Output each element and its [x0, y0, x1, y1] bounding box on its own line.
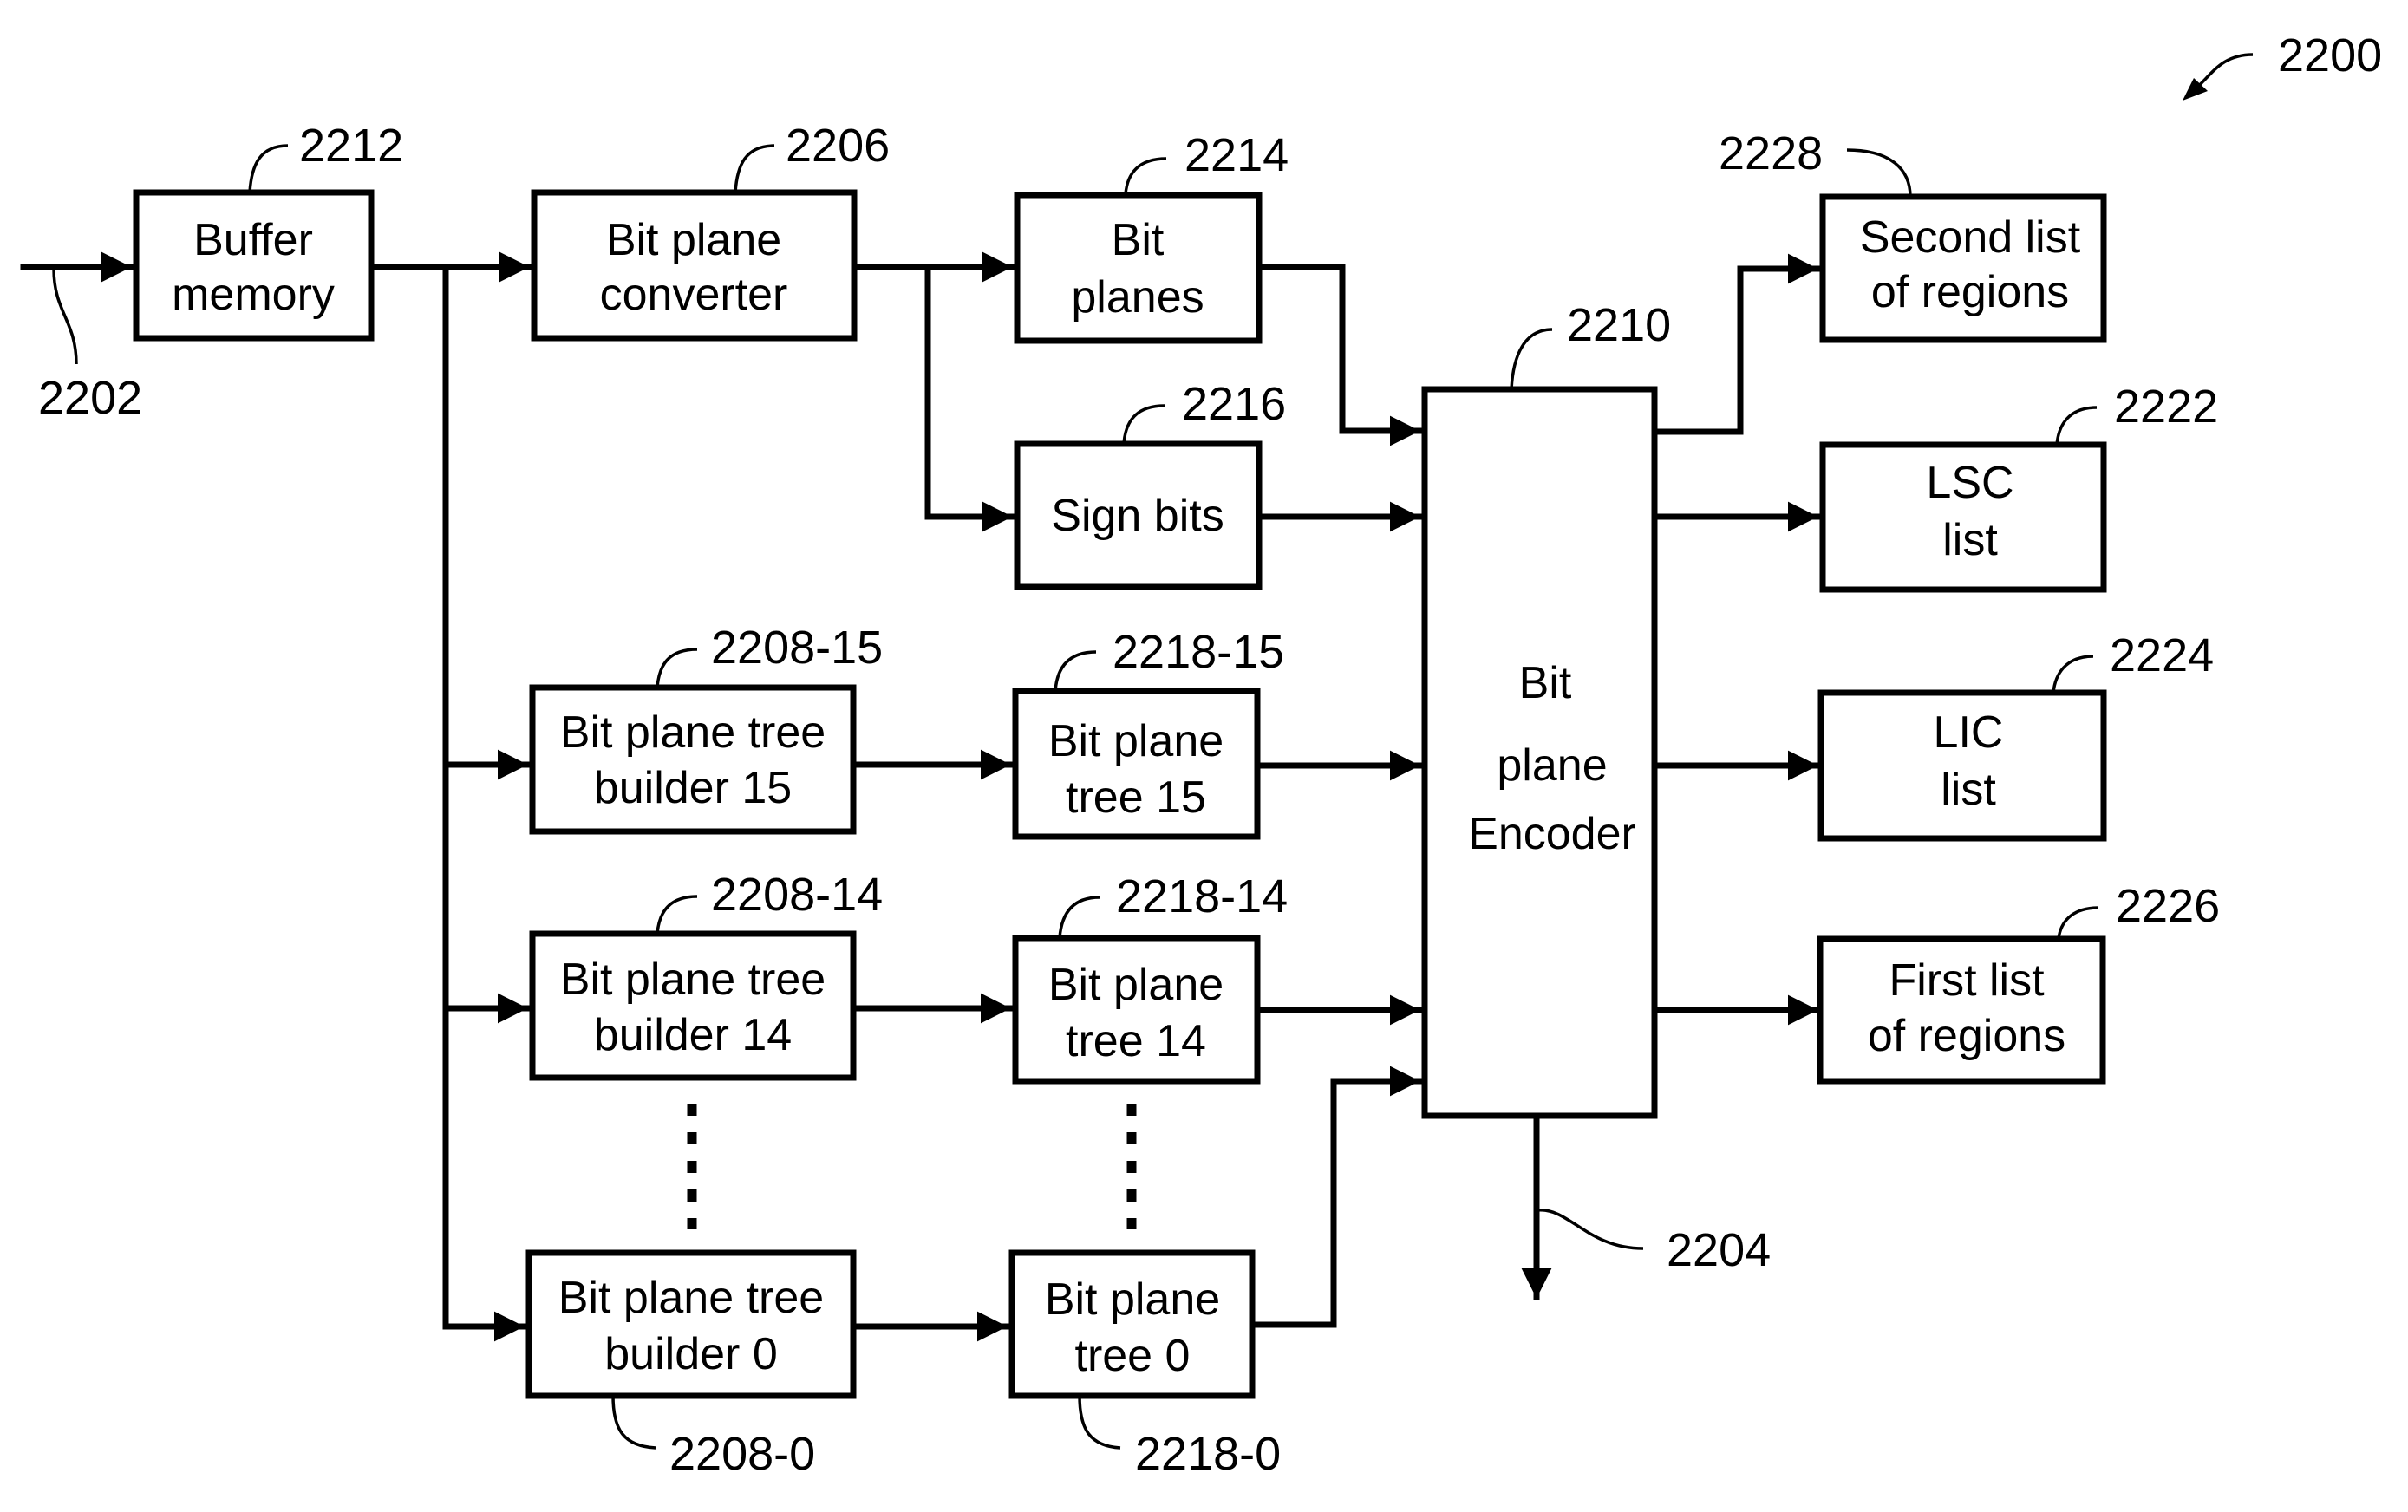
wire-encoder-second-list [1631, 253, 1820, 447]
ref-second-list: 2228 [1719, 127, 1823, 179]
leader-2228 [1846, 148, 1912, 198]
ref-buffer-memory: 2212 [299, 120, 403, 172]
leader-2204 [1536, 1209, 1644, 1250]
block-buffer-memory[interactable]: Buffer memory [133, 189, 375, 342]
block-label-line: Bit plane [1045, 1274, 1220, 1325]
block-tree-builder-0[interactable]: Bit plane tree builder 0 [525, 1249, 857, 1399]
block-label-line: builder 15 [594, 763, 792, 813]
block-label-line: Bit [1112, 215, 1165, 265]
block-label-line: plane [1497, 740, 1607, 791]
wire-converter-to-sign-bits [924, 264, 1015, 532]
block-lsc-list[interactable]: LSC list [1819, 441, 2107, 593]
block-tree-builder-15[interactable]: Bit plane tree builder 15 [529, 684, 857, 835]
block-label-line: Buffer [193, 215, 313, 265]
block-bit-plane-encoder[interactable]: Bit plane Encoder [1421, 386, 1658, 1119]
block-tree-builder-14[interactable]: Bit plane tree builder 14 [529, 930, 857, 1081]
leader-2218-15 [1054, 650, 1097, 692]
ref-tree-14: 2218-14 [1116, 870, 1288, 922]
block-label-line: of regions [1871, 267, 2069, 317]
block-label-line: Bit plane tree [558, 1273, 824, 1323]
ref-lic-list: 2224 [2110, 629, 2214, 681]
block-label-line: Bit plane tree [560, 707, 826, 758]
leader-2218-0 [1078, 1395, 1121, 1450]
leader-2212 [248, 144, 289, 193]
block-label-line: First list [1889, 955, 2045, 1006]
block-label-line: memory [172, 270, 335, 320]
block-sign-bits[interactable]: Sign bits [1014, 440, 1263, 590]
block-label-line: LSC [1926, 458, 2013, 508]
ref-first-list: 2226 [2116, 880, 2220, 932]
ref-bit-planes: 2214 [1184, 129, 1289, 181]
block-label-line: Sign bits [1051, 491, 1224, 541]
block-diagram: Buffer memory Bit plane converter Bit pl… [20, 29, 2382, 1480]
leader-2206 [734, 144, 775, 193]
block-bit-planes[interactable]: Bit planes [1014, 192, 1263, 344]
block-label-line: Bit plane tree [560, 955, 826, 1005]
block-bit-plane-converter[interactable]: Bit plane converter [531, 189, 858, 342]
leader-2226 [2057, 906, 2099, 940]
block-label-line: of regions [1868, 1011, 2065, 1061]
block-label-line: planes [1071, 272, 1204, 323]
block-label-line: Bit plane [1048, 716, 1224, 766]
leader-2224 [2052, 655, 2094, 694]
wire-tree-0-to-encoder [1249, 1066, 1422, 1328]
ref-figure: 2200 [2278, 29, 2382, 81]
leader-2202 [52, 268, 78, 365]
block-bit-plane-tree-0[interactable]: Bit plane tree 0 [1008, 1249, 1256, 1399]
ref-builder-15: 2208-15 [711, 622, 883, 674]
block-label-line: tree 15 [1066, 772, 1206, 823]
leader-2216 [1122, 404, 1165, 445]
block-label-line: list [1942, 515, 1998, 565]
block-label-line: Bit [1519, 658, 1572, 708]
block-first-list-of-regions[interactable]: First list of regions [1817, 935, 2106, 1085]
block-label-line: Bit plane [606, 215, 781, 265]
block-label-line: builder 14 [594, 1010, 792, 1060]
leader-2208-15 [656, 648, 698, 688]
ref-lsc-list: 2222 [2114, 381, 2218, 433]
ref-builder-14: 2208-14 [711, 869, 883, 921]
block-label-line: converter [600, 270, 788, 320]
ref-input: 2202 [38, 372, 142, 424]
block-label-line: builder 0 [604, 1329, 777, 1379]
ref-encoder: 2210 [1567, 299, 1671, 351]
block-label-line: Bit plane [1048, 960, 1224, 1010]
block-label-line: tree 0 [1075, 1331, 1191, 1381]
ref-bit-plane-converter: 2206 [786, 120, 890, 172]
block-bit-plane-tree-14[interactable]: Bit plane tree 14 [1012, 935, 1261, 1085]
block-label-line: Encoder [1468, 809, 1636, 859]
ref-tree-15: 2218-15 [1113, 626, 1284, 678]
block-label-line: LIC [1934, 707, 2004, 758]
leader-2214 [1124, 157, 1167, 195]
block-label-line: list [1941, 765, 1996, 815]
block-label-line: tree 14 [1066, 1016, 1206, 1066]
leader-2222 [2055, 406, 2098, 446]
ref-tree-0: 2218-0 [1135, 1428, 1281, 1480]
leader-2210 [1510, 328, 1553, 390]
block-second-list-of-regions[interactable]: Second list of regions [1819, 193, 2107, 343]
leader-2208-0 [611, 1395, 656, 1450]
leader-2208-14 [656, 895, 698, 935]
ref-builder-0: 2208-0 [669, 1428, 815, 1480]
block-label-line: Second list [1860, 212, 2081, 263]
block-lic-list[interactable]: LIC list [1817, 689, 2107, 842]
ref-sign-bits: 2216 [1182, 378, 1286, 430]
ref-output: 2204 [1667, 1224, 1771, 1276]
block-bit-plane-tree-15[interactable]: Bit plane tree 15 [1012, 688, 1261, 840]
leader-2218-14 [1058, 896, 1100, 939]
